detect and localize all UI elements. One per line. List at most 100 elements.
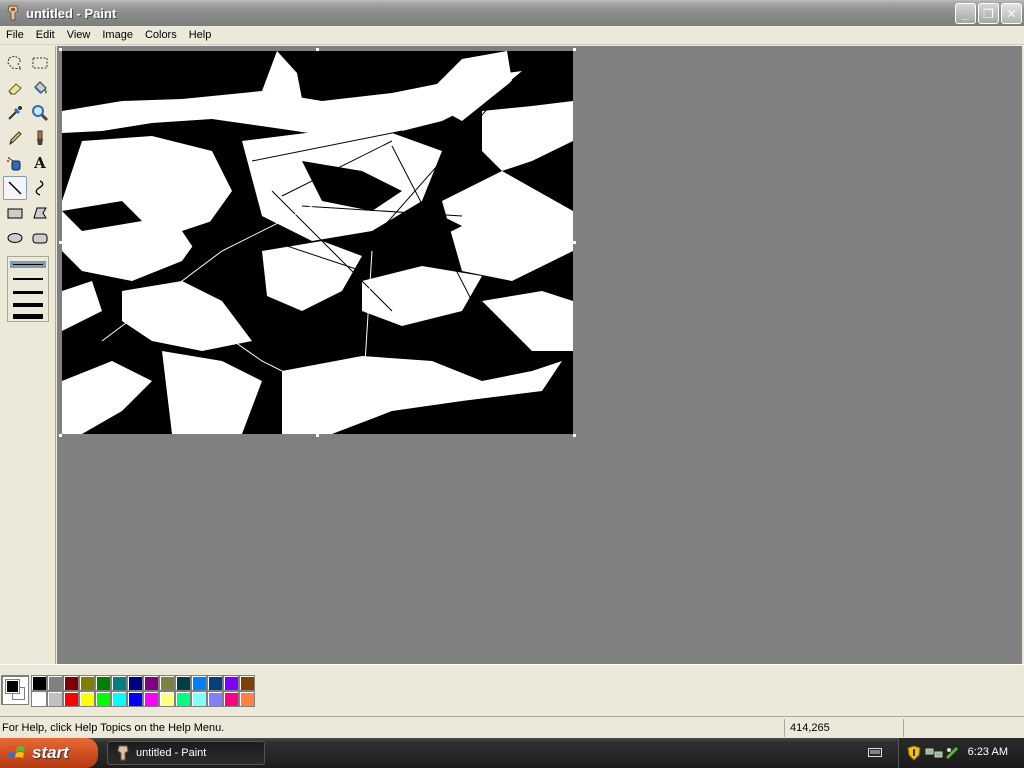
color-swatch[interactable] bbox=[95, 691, 111, 707]
status-separator bbox=[903, 719, 904, 737]
system-tray: 6:23 AM bbox=[898, 738, 1024, 768]
polygon-icon bbox=[33, 207, 47, 219]
line-width-4[interactable] bbox=[13, 303, 43, 307]
security-shield-icon[interactable] bbox=[907, 745, 921, 761]
status-bar: For Help, click Help Topics on the Help … bbox=[0, 716, 1024, 738]
line-width-2[interactable] bbox=[13, 278, 43, 280]
network-icon[interactable] bbox=[925, 746, 943, 760]
line-width-5[interactable] bbox=[13, 314, 43, 319]
menu-file[interactable]: File bbox=[0, 26, 30, 45]
restore-button[interactable]: ❐ bbox=[978, 3, 999, 24]
color-swatch[interactable] bbox=[111, 675, 127, 691]
color-swatch[interactable] bbox=[175, 691, 191, 707]
text-icon: A bbox=[34, 154, 46, 172]
close-icon: ✕ bbox=[1006, 6, 1017, 21]
eraser-icon bbox=[8, 83, 22, 95]
taskbar-item-label: untitled - Paint bbox=[136, 747, 207, 759]
paint-app-icon bbox=[117, 745, 129, 761]
color-swatch[interactable] bbox=[207, 675, 223, 691]
color-swatch[interactable] bbox=[143, 691, 159, 707]
workspace bbox=[57, 46, 1022, 664]
keyboard-icon[interactable] bbox=[868, 746, 882, 758]
status-separator bbox=[784, 719, 785, 737]
color-swatch[interactable] bbox=[31, 675, 47, 691]
pick-color-icon bbox=[8, 106, 22, 120]
color-swatch[interactable] bbox=[111, 691, 127, 707]
close-button[interactable]: ✕ bbox=[1001, 3, 1022, 24]
color-swatch[interactable] bbox=[191, 675, 207, 691]
taskbar-item-paint[interactable]: untitled - Paint bbox=[107, 741, 265, 765]
color-swatch[interactable] bbox=[159, 691, 175, 707]
resize-handle-bottom-mid[interactable] bbox=[316, 434, 319, 437]
color-swatch[interactable] bbox=[47, 691, 63, 707]
color-swatch[interactable] bbox=[79, 675, 95, 691]
magnifier-tool[interactable] bbox=[28, 101, 52, 125]
window-title: untitled - Paint bbox=[26, 5, 117, 21]
minimize-button[interactable]: _ bbox=[955, 3, 976, 24]
brush-tool[interactable] bbox=[28, 126, 52, 150]
windows-logo-icon bbox=[8, 746, 25, 758]
free-form-select-icon bbox=[7, 55, 22, 70]
resize-handle-mid-right[interactable] bbox=[573, 241, 576, 244]
color-swatch[interactable] bbox=[223, 691, 239, 707]
pick-color-tool[interactable] bbox=[3, 101, 27, 125]
menu-bar: File Edit View Image Colors Help bbox=[0, 26, 1024, 45]
color-swatch[interactable] bbox=[31, 691, 47, 707]
start-label: start bbox=[32, 743, 69, 762]
select-icon bbox=[32, 57, 48, 69]
taskbar: start untitled - Paint 6:23 AM bbox=[0, 738, 1024, 768]
color-swatch[interactable] bbox=[143, 675, 159, 691]
line-width-options bbox=[7, 256, 49, 322]
menu-image[interactable]: Image bbox=[96, 26, 139, 45]
minimize-icon: _ bbox=[962, 6, 969, 21]
fill-with-color-tool[interactable] bbox=[28, 76, 52, 100]
color-swatch[interactable] bbox=[207, 691, 223, 707]
pencil-tool[interactable] bbox=[3, 126, 27, 150]
title-bar[interactable]: untitled - Paint _ ❐ ✕ bbox=[0, 0, 1024, 26]
ellipse-icon bbox=[7, 233, 23, 243]
clock: 6:23 AM bbox=[967, 746, 1008, 758]
safely-remove-hardware-icon[interactable] bbox=[945, 746, 959, 760]
color-palette bbox=[0, 664, 1024, 714]
color-swatch[interactable] bbox=[127, 675, 143, 691]
color-swatch[interactable] bbox=[239, 675, 255, 691]
resize-handle-top-mid bbox=[316, 48, 319, 51]
color-swatch[interactable] bbox=[223, 675, 239, 691]
line-width-1[interactable] bbox=[10, 261, 46, 268]
color-swatch[interactable] bbox=[239, 691, 255, 707]
menu-help[interactable]: Help bbox=[183, 26, 218, 45]
airbrush-tool[interactable] bbox=[3, 151, 27, 175]
resize-handle-bottom-right[interactable] bbox=[573, 434, 576, 437]
menu-edit[interactable]: Edit bbox=[30, 26, 61, 45]
free-form-select-tool[interactable] bbox=[3, 51, 27, 75]
color-swatch[interactable] bbox=[175, 675, 191, 691]
abstract-artwork bbox=[62, 51, 573, 434]
resize-handle-top-left bbox=[59, 48, 62, 51]
line-icon bbox=[8, 181, 22, 195]
curve-icon bbox=[35, 180, 44, 196]
rounded-rectangle-tool[interactable] bbox=[28, 226, 52, 250]
color-swatch[interactable] bbox=[47, 675, 63, 691]
toolbox: A bbox=[0, 46, 56, 664]
color-swatch[interactable] bbox=[63, 675, 79, 691]
color-swatch[interactable] bbox=[95, 675, 111, 691]
line-width-3[interactable] bbox=[13, 291, 43, 294]
color-swatch[interactable] bbox=[191, 691, 207, 707]
eraser-tool[interactable] bbox=[3, 76, 27, 100]
curve-tool[interactable] bbox=[28, 176, 52, 200]
color-swatch[interactable] bbox=[79, 691, 95, 707]
ellipse-tool[interactable] bbox=[3, 226, 27, 250]
polygon-tool[interactable] bbox=[28, 201, 52, 225]
select-tool[interactable] bbox=[28, 51, 52, 75]
line-tool[interactable] bbox=[3, 176, 27, 200]
color-swatch[interactable] bbox=[159, 675, 175, 691]
color-swatch[interactable] bbox=[63, 691, 79, 707]
text-tool[interactable]: A bbox=[28, 151, 52, 175]
menu-view[interactable]: View bbox=[61, 26, 97, 45]
start-button[interactable]: start bbox=[0, 738, 98, 768]
color-swatch[interactable] bbox=[127, 691, 143, 707]
menu-colors[interactable]: Colors bbox=[139, 26, 183, 45]
drawing-canvas[interactable] bbox=[62, 51, 573, 434]
paint-app-icon bbox=[5, 5, 21, 21]
rectangle-tool[interactable] bbox=[3, 201, 27, 225]
